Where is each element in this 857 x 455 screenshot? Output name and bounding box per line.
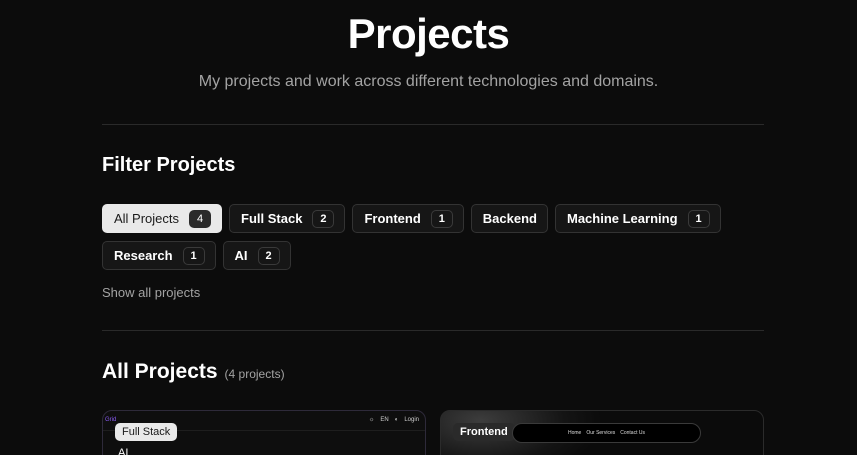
filter-chip-frontend[interactable]: Frontend 1 <box>352 204 464 233</box>
show-all-projects-link[interactable]: Show all projects <box>102 285 200 300</box>
page-title: Projects <box>347 10 510 57</box>
filter-chip-all-projects[interactable]: All Projects 4 <box>102 204 223 233</box>
page-subtitle: My projects and work across different te… <box>198 73 659 90</box>
projects-heading-row: All Projects (4 projects) <box>102 360 285 384</box>
projects-heading: All Projects <box>102 360 218 383</box>
chip-count: 2 <box>312 209 335 228</box>
divider <box>102 330 764 331</box>
chip-label: Full Stack <box>241 211 303 226</box>
project-card[interactable]: Frontend Home Our Services Contact Us <box>440 410 764 455</box>
preview-logo: Grid <box>105 417 117 423</box>
filter-chip-full-stack[interactable]: Full Stack 2 <box>229 204 346 233</box>
chip-label: All Projects <box>114 211 180 226</box>
project-tag: Frontend <box>453 423 515 441</box>
filter-chip-group: All Projects 4 Full Stack 2 Frontend 1 B… <box>102 204 722 270</box>
filter-heading: Filter Projects <box>102 154 236 176</box>
preview-nav: Home Our Services Contact Us <box>512 423 701 443</box>
sun-icon: ☼ <box>368 417 375 423</box>
filter-chip-ai[interactable]: AI 2 <box>222 241 291 270</box>
preview-nav-item: Our Services <box>586 430 616 436</box>
chip-count: 2 <box>257 246 280 265</box>
theme-icon: ◐ <box>394 417 399 423</box>
chip-label: AI <box>234 248 248 263</box>
chip-label: Machine Learning <box>566 211 678 226</box>
filter-chip-research[interactable]: Research 1 <box>102 241 216 270</box>
language-label: EN <box>380 417 389 423</box>
project-tag: AI <box>118 447 129 455</box>
filter-chip-backend[interactable]: Backend <box>470 204 548 233</box>
chip-label: Frontend <box>364 211 421 226</box>
chip-label: Backend <box>482 211 537 226</box>
login-label: Login <box>404 417 419 423</box>
chip-count: 4 <box>189 209 212 228</box>
chip-label: Research <box>114 248 173 263</box>
preview-toolbar: ☼ EN ◐ Login <box>369 417 419 423</box>
preview-nav-item: Contact Us <box>620 430 645 436</box>
chip-count: 1 <box>182 246 205 265</box>
project-tag: Full Stack <box>115 423 178 441</box>
preview-nav-item: Home <box>568 430 582 436</box>
filter-chip-machine-learning[interactable]: Machine Learning 1 <box>554 204 721 233</box>
chip-count: 1 <box>687 209 710 228</box>
project-card[interactable]: Grid ☼ EN ◐ Login Full Stack AI <box>102 410 426 455</box>
chip-count: 1 <box>430 209 453 228</box>
divider <box>102 124 764 125</box>
projects-count: (4 projects) <box>224 367 285 381</box>
